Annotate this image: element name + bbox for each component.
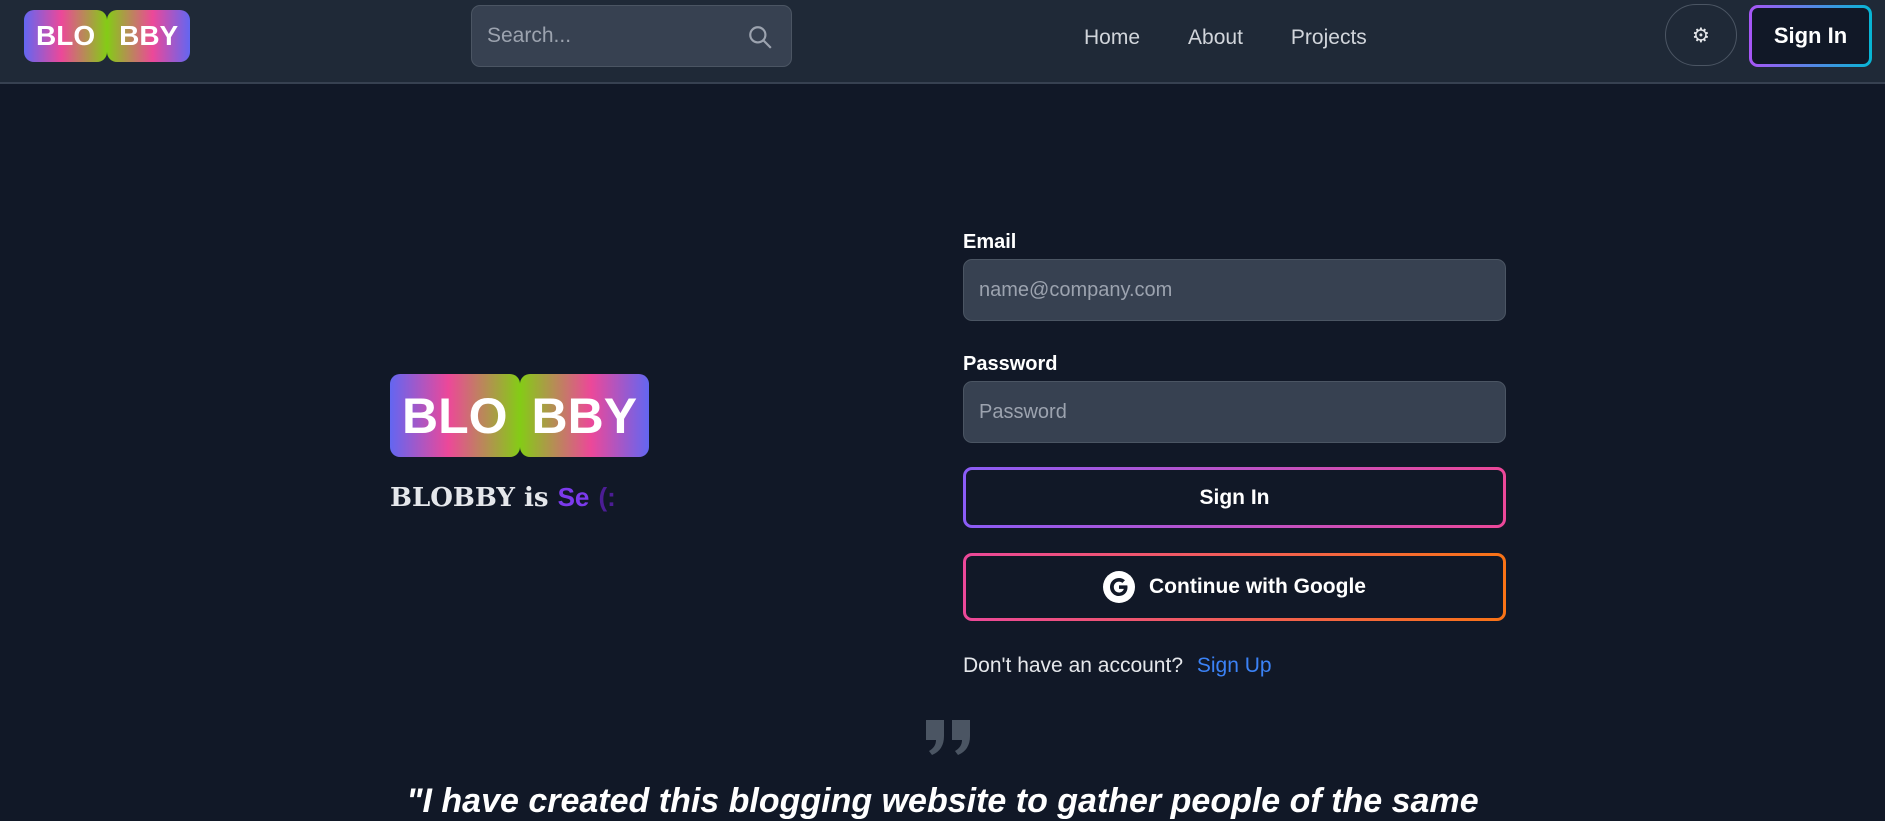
email-label: Email — [963, 231, 1017, 253]
hero-logo-part-1: BLO — [390, 374, 520, 457]
google-icon — [1103, 571, 1135, 603]
password-label: Password — [963, 353, 1058, 375]
nav-signin-button[interactable]: Sign In — [1749, 5, 1872, 67]
hero-logo: BLO BBY — [390, 374, 650, 457]
hero-logo-part-2: BBY — [519, 374, 650, 457]
tagline-cursor: (: — [598, 482, 616, 512]
logo-part-2: BBY — [107, 10, 191, 62]
nav-links: Home About Projects — [1060, 0, 1391, 76]
search-icon[interactable] — [747, 24, 773, 50]
nav-link-home[interactable]: Home — [1060, 26, 1164, 50]
no-account-text: Don't have an account? — [963, 654, 1183, 677]
nav-link-projects[interactable]: Projects — [1267, 26, 1391, 50]
logo[interactable]: BLO BBY — [24, 10, 191, 62]
quote-icon — [926, 720, 970, 755]
signin-button[interactable]: Sign In — [963, 467, 1506, 528]
quote-text: "I have created this blogging website to… — [406, 782, 1479, 820]
search-input[interactable] — [472, 6, 791, 66]
password-field[interactable] — [963, 381, 1506, 443]
signup-link[interactable]: Sign Up — [1197, 654, 1272, 677]
theme-toggle-button[interactable]: ⚙ — [1665, 4, 1737, 66]
nav-link-about[interactable]: About — [1164, 26, 1267, 50]
email-field[interactable] — [963, 259, 1506, 321]
tagline-prefix: BLOBBY is — [390, 483, 558, 513]
logo-part-1: BLO — [24, 10, 108, 62]
signup-prompt: Don't have an account? Sign Up — [963, 654, 1272, 678]
google-signin-button[interactable]: Continue with Google — [963, 553, 1506, 621]
search-box — [471, 5, 792, 67]
hero-tagline: BLOBBY is Se (: — [390, 482, 616, 513]
gear-icon: ⚙ — [1692, 24, 1710, 47]
tagline-typed-text: Se — [557, 482, 590, 512]
navbar: BLO BBY Home About Projects ⚙ Sign In — [0, 0, 1885, 84]
google-button-label: Continue with Google — [1149, 575, 1366, 598]
